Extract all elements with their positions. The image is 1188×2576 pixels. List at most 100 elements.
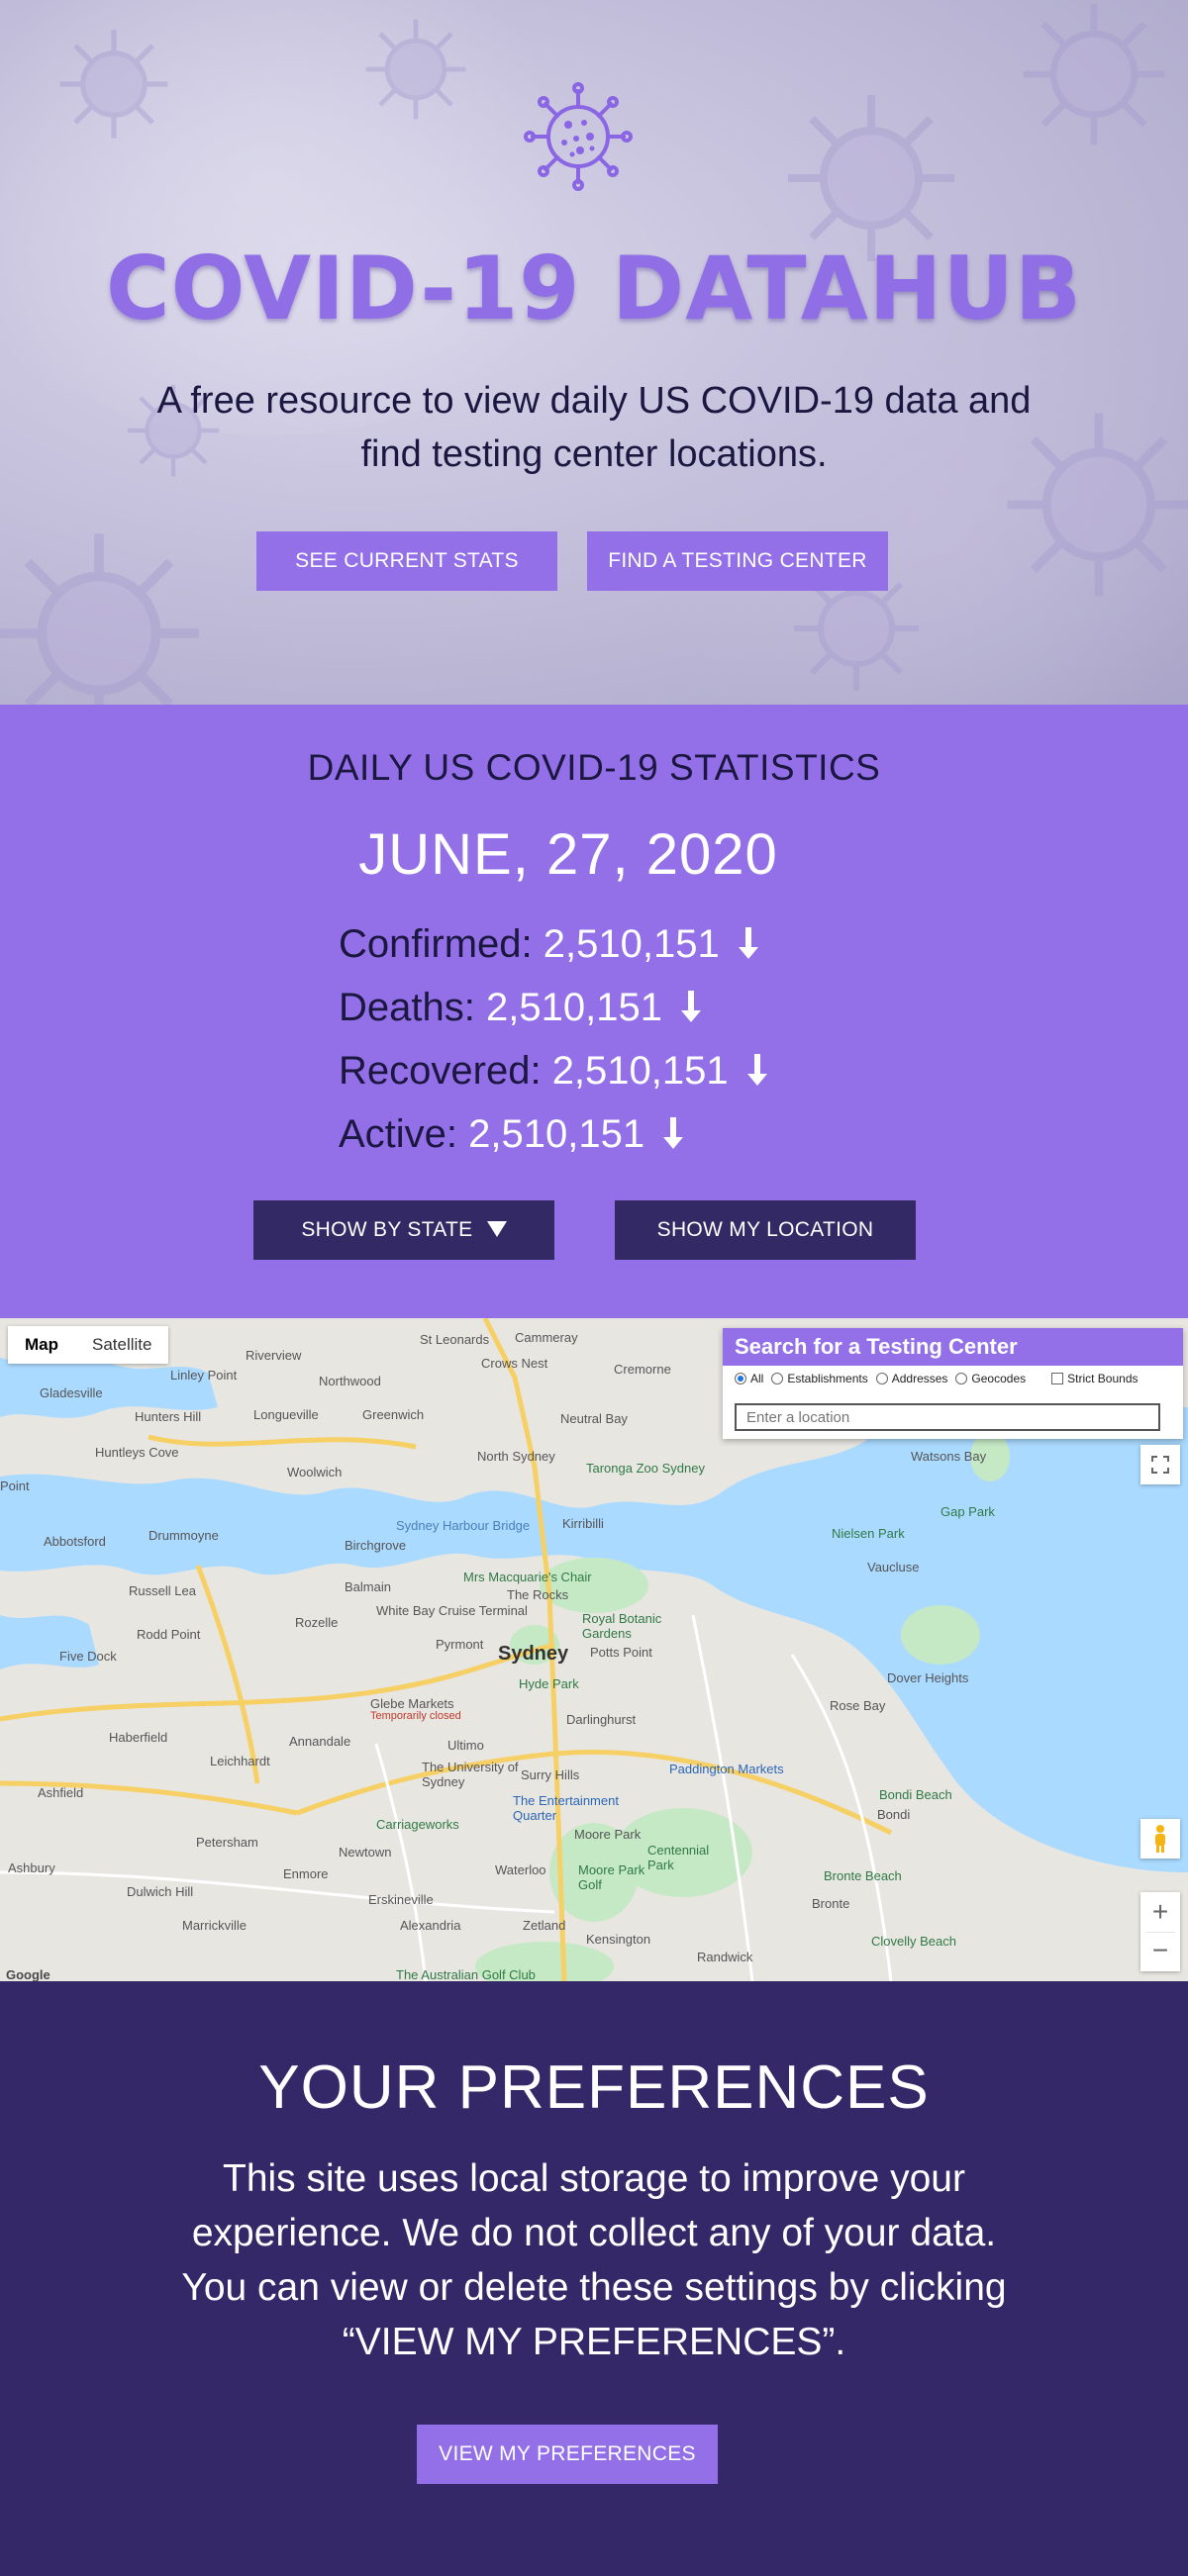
strict-bounds-label: Strict Bounds [1067,1372,1138,1385]
search-option-establishments[interactable]: Establishments [771,1372,868,1385]
radio-icon[interactable] [771,1373,784,1384]
map-label: Vaucluse [867,1560,920,1574]
radio-icon[interactable] [955,1373,968,1384]
map-label-poi: Bronte Beach [824,1868,902,1883]
show-my-location-button[interactable]: SHOW MY LOCATION [615,1200,916,1260]
search-option-geocodes[interactable]: Geocodes [955,1372,1026,1385]
strict-bounds-toggle[interactable]: Strict Bounds [1051,1372,1138,1385]
map-type-map-button[interactable]: Map [8,1326,75,1364]
zoom-out-icon[interactable]: − [1145,1932,1175,1971]
stat-value: 2,510,151 [485,986,662,1029]
testing-center-map[interactable]: Sydney Riverview Cammeray St Leonards Cr… [0,1318,1188,1981]
map-label-status: Temporarily closed [370,1710,461,1722]
map-label: Darlinghurst [566,1712,637,1727]
map-label: Rose Bay [830,1698,886,1713]
fullscreen-icon [1151,1456,1169,1474]
map-label: Ultimo [447,1738,484,1753]
map-label: Rozelle [295,1615,339,1630]
show-by-state-label: SHOW BY STATE [301,1218,473,1241]
search-option-label: All [750,1372,764,1385]
map-label: Abbotsford [44,1534,106,1549]
map-label: Five Dock [59,1649,117,1664]
stat-label: Recovered: [339,1049,542,1093]
map-label: Drummoyne [148,1528,219,1543]
map-label-poi: Bondi Beach [879,1787,952,1802]
map-label-poi: Carriageworks [376,1817,459,1832]
map-label: White Bay Cruise Terminal [376,1603,528,1618]
map-label: Potts Point [590,1645,652,1660]
zoom-in-icon[interactable]: + [1152,1892,1168,1932]
search-option-label: Geocodes [971,1372,1027,1385]
arrow-down-icon [746,1054,767,1086]
map-label: Annandale [289,1734,351,1749]
map-label-poi: Royal Botanic Gardens [582,1611,662,1641]
street-view-pegman-button[interactable] [1140,1819,1180,1859]
google-logo[interactable]: Google [6,1967,50,1981]
zoom-control: + − [1140,1892,1180,1971]
hero-subtitle: A free resource to view daily US COVID-1… [156,380,1032,475]
stat-row-confirmed: Confirmed: 2,510,151 [339,919,760,969]
map-label-poi: Sydney Harbour Bridge [396,1518,531,1533]
map-label: Hunters Hill [135,1409,202,1424]
stat-row-recovered: Recovered: 2,510,151 [339,1046,769,1096]
arrow-down-icon [681,991,702,1022]
hero-section: COVID-19 DATAHUB A free resource to view… [0,0,1188,705]
map-label: Northwood [319,1374,381,1388]
virus-logo-icon [524,82,633,191]
map-label: Ashfield [38,1785,84,1800]
search-option-addresses[interactable]: Addresses [875,1372,948,1385]
map-label: Crows Nest [481,1356,548,1371]
radio-checked-icon[interactable] [735,1373,746,1384]
map-label: Waterloo [495,1862,546,1877]
map-label: Bondi [877,1807,911,1822]
caret-down-icon [486,1221,507,1237]
map-label-poi: Mrs Macquarie's Chair [463,1570,592,1584]
see-current-stats-button[interactable]: SEE CURRENT STATS [256,531,557,591]
map-label-poi: Hyde Park [519,1676,579,1691]
find-testing-center-button[interactable]: FIND A TESTING CENTER [587,531,888,591]
map-label-poi: The Australian Golf Club [396,1967,536,1981]
map-label: Gladesville [40,1385,103,1400]
map-label: Kensington [586,1932,651,1947]
stat-value: 2,510,151 [551,1049,729,1093]
map-label-poi: Clovelly Beach [871,1934,956,1949]
checkbox-icon[interactable] [1051,1373,1064,1384]
search-card-title: Search for a Testing Center [723,1328,1183,1366]
arrow-down-icon [663,1117,684,1149]
map-label: Marrickville [182,1918,247,1933]
map-type-satellite-button[interactable]: Satellite [75,1326,168,1364]
stats-date: JUNE, 27, 2020 [358,822,778,887]
search-type-options: All Establishments Addresses Geocodes St… [723,1366,1183,1385]
location-search-input[interactable] [735,1403,1160,1431]
preferences-text: This site uses local storage to improve … [181,2157,1007,2363]
fullscreen-button[interactable] [1140,1445,1180,1484]
map-label: Russell Lea [129,1583,196,1598]
preferences-title: YOUR PREFERENCES [258,2053,930,2122]
stat-label: Deaths: [339,986,475,1029]
map-label-poi: Gap Park [940,1504,995,1519]
map-label: Zetland [523,1918,566,1933]
map-label: North Sydney [477,1449,555,1464]
search-option-label: Addresses [891,1372,948,1385]
map-label: St Leonards [420,1332,490,1347]
show-by-state-button[interactable]: SHOW BY STATE [253,1200,554,1260]
stat-value: 2,510,151 [543,922,720,966]
map-label: Watsons Bay [911,1449,987,1464]
search-option-all[interactable]: All [735,1372,763,1385]
search-option-label: Establishments [787,1372,868,1385]
stat-row-deaths: Deaths: 2,510,151 [339,983,703,1032]
view-my-preferences-button[interactable]: VIEW MY PREFERENCES [417,2425,718,2484]
map-label: Dulwich Hill [127,1884,194,1899]
map-label: Enmore [283,1866,329,1881]
radio-icon[interactable] [875,1373,888,1384]
map-label: Dover Heights [887,1670,969,1685]
testing-center-search-card: Search for a Testing Center All Establis… [723,1328,1183,1439]
stat-label: Active: [339,1112,458,1156]
stat-row-active: Active: 2,510,151 [339,1109,685,1159]
map-label-poi: The University of Sydney [422,1760,519,1789]
map-label-poi: Paddington Markets [669,1762,784,1776]
map-label-poi: The Entertainment Quarter [513,1793,619,1823]
map-label: Cremorne [614,1362,671,1377]
map-label: Randwick [697,1950,753,1964]
map-label: Linley Point [170,1368,238,1383]
